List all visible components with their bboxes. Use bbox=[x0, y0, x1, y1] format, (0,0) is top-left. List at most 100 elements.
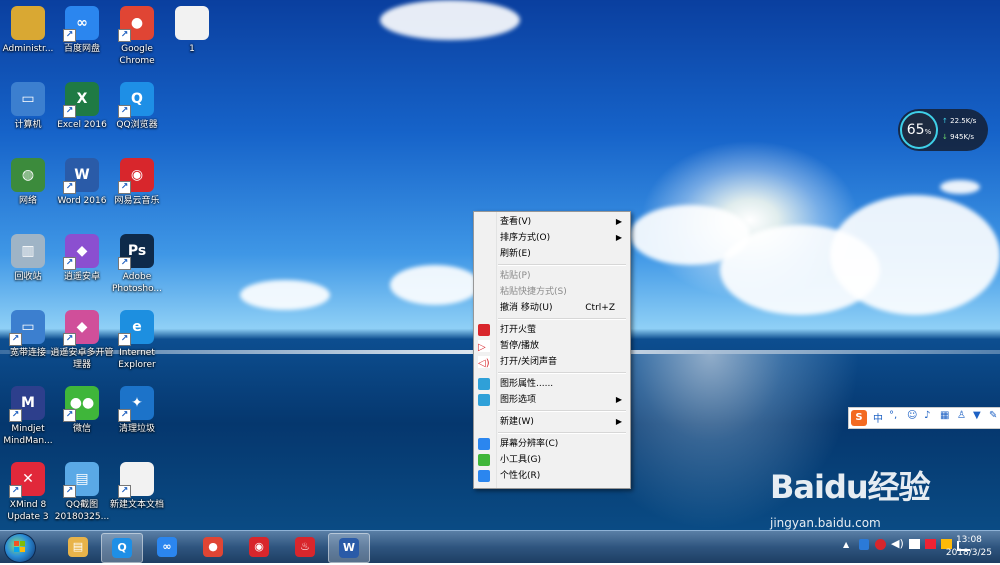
desktop-icon[interactable]: Q ↗ QQ浏览器 bbox=[105, 76, 169, 131]
baidu-watermark: Baidu经验 jingyan.baidu.com bbox=[770, 462, 931, 530]
ime-mode[interactable]: 中 bbox=[873, 410, 883, 425]
menu-item[interactable]: 打开火萤 bbox=[474, 322, 630, 338]
menu-item-label: 新建(W) bbox=[500, 417, 534, 427]
netease-music-icon: ◉ bbox=[249, 537, 269, 557]
word-icon: W bbox=[339, 538, 359, 558]
emoji-icon[interactable]: ☺ bbox=[907, 410, 917, 421]
shortcut-arrow-icon: ↗ bbox=[63, 333, 76, 346]
menu-item[interactable]: 刷新(E) bbox=[474, 246, 630, 262]
taskbar-button[interactable]: ♨ bbox=[285, 533, 325, 561]
menu-item[interactable]: 小工具(G) bbox=[474, 452, 630, 468]
shortcut-arrow-icon: ↗ bbox=[63, 105, 76, 118]
shortcut-arrow-icon: ↗ bbox=[63, 409, 76, 422]
icon-glyph: Q bbox=[131, 91, 143, 107]
xiaoyao-android-icon: ◆ ↗ bbox=[63, 234, 99, 270]
desktop-icon[interactable]: ✦ ↗ 清理垃圾 bbox=[105, 380, 169, 435]
icon-glyph: ✕ bbox=[22, 471, 34, 487]
ime-toolbar[interactable]: S 中 °, ☺ ♪ ▦ ♙ ▼ ✎ bbox=[848, 407, 1000, 429]
shortcut-arrow-icon: ↗ bbox=[63, 181, 76, 194]
start-button[interactable] bbox=[4, 533, 36, 563]
taskbar-button[interactable]: ● bbox=[193, 533, 233, 561]
menu-item[interactable]: 排序方式(O) ▶ bbox=[474, 230, 630, 246]
menu-item-label: 打开火萤 bbox=[500, 325, 537, 335]
network-icon: ◍ bbox=[11, 158, 45, 192]
punctuation-icon[interactable]: °, bbox=[889, 410, 897, 421]
windows-logo-icon bbox=[14, 541, 25, 552]
desktop-icon-label: Internet Explorer bbox=[118, 348, 156, 370]
taskbar-button[interactable]: ∞ bbox=[147, 533, 187, 561]
taskbar-button[interactable]: ▤ bbox=[58, 533, 98, 561]
upload-speed: ↑ 22.5K/s bbox=[942, 117, 977, 125]
skin-icon[interactable]: ▼ bbox=[973, 410, 981, 421]
menu-item[interactable]: 个性化(R) bbox=[474, 468, 630, 484]
clock-time: 13:08 bbox=[955, 535, 982, 545]
shortcut-arrow-icon: ↗ bbox=[118, 333, 131, 346]
menu-item-label: 撤消 移动(U) bbox=[500, 303, 553, 313]
text-document-icon: ↗ bbox=[118, 462, 154, 498]
menu-item: 粘贴(P) bbox=[474, 268, 630, 284]
clock[interactable]: 13:08 2018/3/25 bbox=[946, 534, 992, 560]
desktop-icon[interactable]: Ps ↗ Adobe Photosho... bbox=[105, 228, 169, 295]
desktop-icon[interactable]: e ↗ Internet Explorer bbox=[105, 304, 169, 371]
computer-icon: ▭ bbox=[11, 82, 45, 116]
tray-expand-icon[interactable]: ▲ bbox=[843, 540, 849, 549]
submenu-arrow-icon: ▶ bbox=[615, 233, 622, 242]
microphone-icon[interactable]: ♪ bbox=[924, 410, 930, 421]
word-icon: W ↗ bbox=[63, 158, 99, 194]
menu-item-label: 刷新(E) bbox=[500, 249, 531, 259]
icon-glyph: W bbox=[74, 167, 90, 183]
submenu-arrow-icon: ▶ bbox=[615, 395, 622, 404]
huoying-tray-icon[interactable] bbox=[875, 539, 886, 550]
photoshop-icon: Ps ↗ bbox=[118, 234, 154, 270]
taskbar-button[interactable]: ◉ bbox=[239, 533, 279, 561]
system-tray: ▲ ◀) 13:08 2018/3/25 bbox=[785, 531, 1000, 563]
network-speed-widget[interactable]: 65% ↑ 22.5K/s ↓ 945K/s bbox=[898, 109, 988, 151]
desktop-context-menu[interactable]: 查看(V) ▶ 排序方式(O) ▶ 刷新(E) 粘贴(P) 粘贴快捷方式(S) 撤消 移动(U… bbox=[473, 211, 631, 489]
cleanup-icon: ✦ ↗ bbox=[118, 386, 154, 422]
shortcut-arrow-icon: ↗ bbox=[63, 485, 76, 498]
shortcut-arrow-icon: ↗ bbox=[63, 29, 76, 42]
chrome-icon: ● ↗ bbox=[118, 6, 154, 42]
clock-date: 2018/3/25 bbox=[945, 548, 992, 558]
cloud bbox=[830, 195, 1000, 315]
menu-item[interactable]: ◁) 打开/关闭声音 bbox=[474, 354, 630, 370]
menu-item-label: 暂停/播放 bbox=[500, 341, 540, 351]
submenu-arrow-icon: ▶ bbox=[615, 217, 622, 226]
menu-item[interactable]: 新建(W) ▶ bbox=[474, 414, 630, 430]
cloud bbox=[380, 0, 520, 40]
desktop-icon[interactable]: ◉ ↗ 网易云音乐 bbox=[105, 152, 169, 207]
broadband-icon: ▭ ↗ bbox=[9, 310, 45, 346]
icon-glyph: ◍ bbox=[21, 167, 35, 183]
excel-icon: X ↗ bbox=[63, 82, 99, 118]
menu-item[interactable]: 图形属性...... bbox=[474, 376, 630, 392]
taskbar-button[interactable]: Q bbox=[101, 533, 143, 563]
icon-glyph: e bbox=[132, 319, 142, 335]
menu-item[interactable]: 屏幕分辨率(C) bbox=[474, 436, 630, 452]
gadgets-icon bbox=[478, 454, 490, 466]
volume-icon[interactable]: ◀) bbox=[891, 537, 904, 550]
shortcut-arrow-icon: ↗ bbox=[9, 333, 22, 346]
flag-icon[interactable] bbox=[909, 539, 920, 549]
keyboard-icon[interactable]: ▦ bbox=[940, 410, 949, 421]
menu-item[interactable]: 查看(V) ▶ bbox=[474, 214, 630, 230]
wrench-icon[interactable]: ✎ bbox=[989, 410, 997, 421]
menu-item[interactable]: 图形选项 ▶ bbox=[474, 392, 630, 408]
taskbar-button[interactable]: W bbox=[328, 533, 370, 563]
chrome-icon: ● bbox=[203, 537, 223, 557]
personalize-icon bbox=[478, 470, 490, 482]
desktop-icon[interactable]: ↗ 新建文本文档 bbox=[105, 456, 169, 511]
menu-item-label: 打开/关闭声音 bbox=[500, 357, 558, 367]
avatar-icon[interactable]: ♙ bbox=[957, 410, 966, 421]
security-shield-icon[interactable] bbox=[859, 539, 869, 550]
speaker-icon: ◁) bbox=[478, 356, 490, 369]
menu-item-shortcut: Ctrl+Z bbox=[585, 303, 615, 313]
user-folder-icon bbox=[11, 6, 45, 40]
menu-item[interactable]: ▷ 暂停/播放 bbox=[474, 338, 630, 354]
desktop-icon-label: 清理垃圾 bbox=[118, 424, 155, 434]
desktop-icon[interactable]: 1 bbox=[160, 0, 224, 55]
ime-tray-icon[interactable] bbox=[925, 539, 936, 549]
menu-item-label: 排序方式(O) bbox=[500, 233, 551, 243]
desktop[interactable]: Administr... ▭ 计算机 ◍ 网络 ▥ 回收站 ▭ ↗ 宽带连接 M ↗ Mindjet M… bbox=[0, 0, 1000, 530]
menu-item[interactable]: 撤消 移动(U) Ctrl+Z bbox=[474, 300, 630, 316]
screenshot-image-icon: ▤ ↗ bbox=[63, 462, 99, 498]
